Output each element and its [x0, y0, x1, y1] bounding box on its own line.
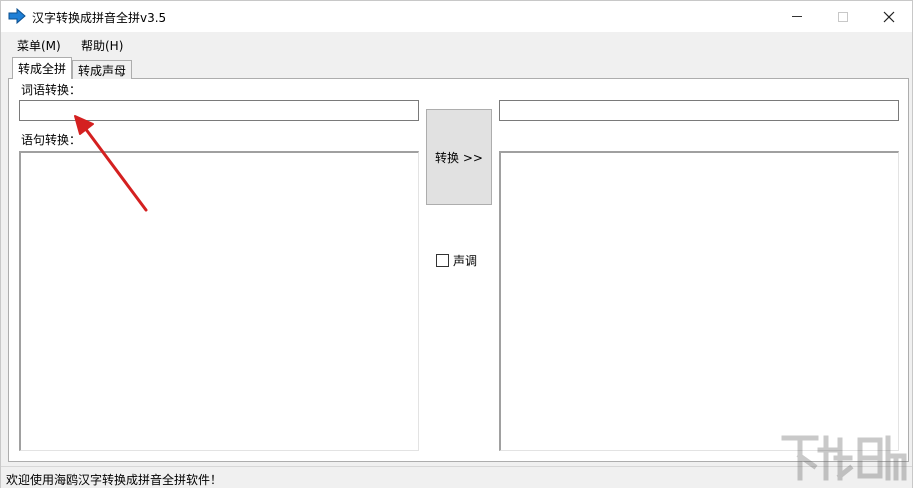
sentence-convert-label: 语句转换：	[21, 133, 82, 147]
sentence-input[interactable]	[19, 151, 419, 451]
app-window: 汉字转换成拼音全拼v3.5 菜单(M) 帮助(H) 转成全拼 转成声母 词语转换…	[0, 0, 913, 488]
menu-item-menu[interactable]: 菜单(M)	[17, 37, 61, 54]
close-icon	[883, 11, 895, 22]
word-output[interactable]	[499, 100, 899, 121]
window-title: 汉字转换成拼音全拼v3.5	[32, 11, 167, 25]
arrow-right-icon	[8, 8, 26, 24]
tone-checkbox-label: 声调	[453, 254, 478, 268]
status-bar: 欢迎使用海鸥汉字转换成拼音全拼软件！	[1, 466, 912, 488]
maximize-button[interactable]	[820, 1, 866, 32]
title-bar[interactable]: 汉字转换成拼音全拼v3.5	[1, 1, 912, 32]
menu-item-help[interactable]: 帮助(H)	[81, 37, 123, 54]
maximize-icon	[838, 11, 848, 22]
word-input[interactable]	[19, 100, 419, 121]
watermark-logo	[781, 435, 907, 481]
word-convert-label: 词语转换：	[21, 83, 82, 97]
tab-full-pinyin[interactable]: 转成全拼	[12, 57, 72, 79]
tone-checkbox[interactable]	[436, 254, 449, 267]
close-button[interactable]	[866, 1, 912, 32]
tone-checkbox-row[interactable]: 声调	[436, 252, 477, 269]
convert-button[interactable]: 转换 >>	[426, 109, 492, 205]
menu-bar: 菜单(M) 帮助(H)	[1, 32, 912, 56]
minimize-icon	[792, 16, 802, 17]
tab-initials[interactable]: 转成声母	[72, 60, 132, 79]
minimize-button[interactable]	[774, 1, 820, 32]
status-text: 欢迎使用海鸥汉字转换成拼音全拼软件！	[6, 473, 223, 487]
sentence-output[interactable]	[499, 151, 899, 451]
